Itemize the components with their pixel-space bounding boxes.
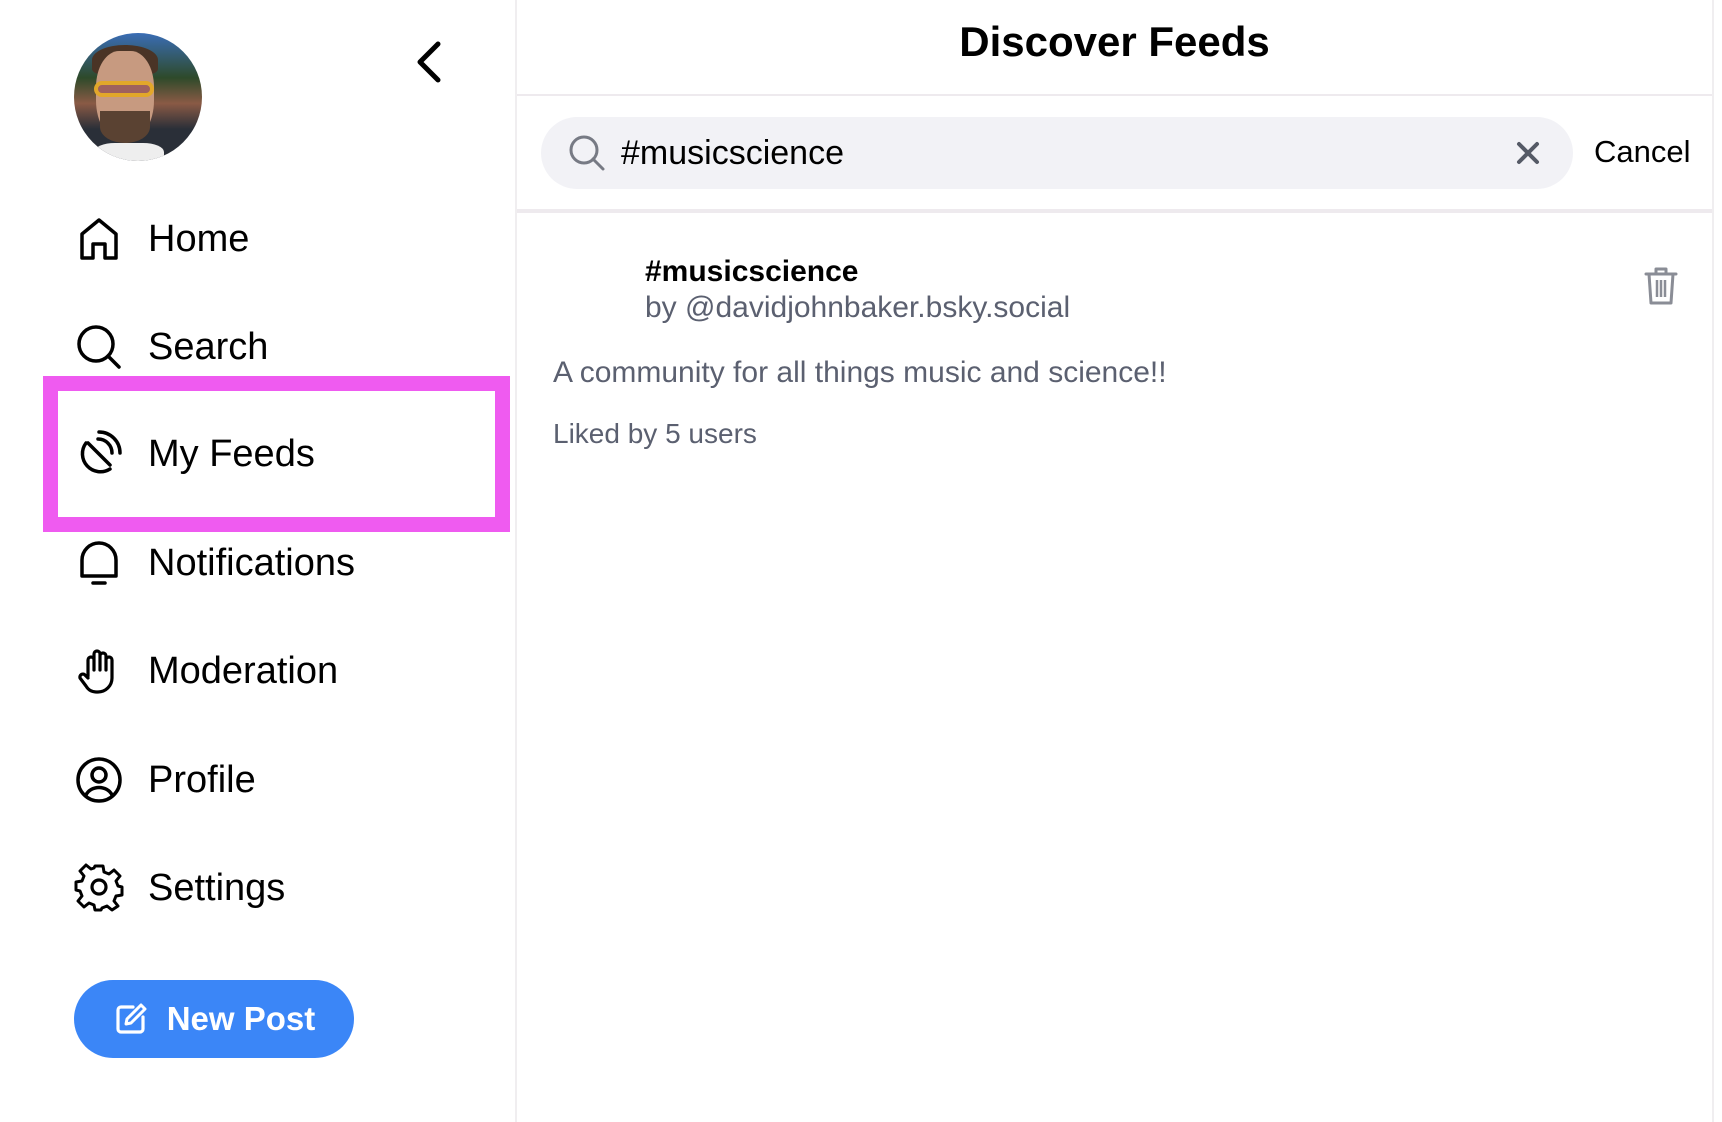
highlight-box — [43, 376, 510, 532]
sidebar: Home Search My Feeds Notifications Moder… — [0, 0, 517, 1122]
search-icon — [77, 325, 121, 369]
edit-icon — [116, 1003, 147, 1034]
avatar[interactable] — [74, 33, 202, 161]
sidebar-item-home[interactable]: Home — [74, 209, 249, 269]
feed-author: by @davidjohnbaker.bsky.social — [645, 291, 1071, 324]
new-post-label: New Post — [166, 1000, 316, 1037]
sidebar-item-label: Home — [148, 217, 250, 260]
close-icon[interactable] — [1513, 138, 1543, 168]
gear-icon — [74, 863, 124, 912]
bell-icon — [80, 541, 118, 585]
cancel-button[interactable]: Cancel — [1594, 134, 1691, 170]
search-input[interactable]: #musicscience — [541, 117, 1573, 189]
divider — [517, 94, 1712, 96]
feed-list-item[interactable]: #musicscience by @davidjohnbaker.bsky.so… — [517, 213, 1712, 473]
user-circle-icon — [76, 757, 122, 803]
sidebar-item-moderation[interactable]: Moderation — [74, 641, 338, 701]
sidebar-item-search[interactable]: Search — [74, 317, 268, 377]
feed-description: A community for all things music and sci… — [553, 356, 1167, 389]
sound-wave-icon — [556, 267, 623, 311]
sidebar-item-label: Settings — [148, 866, 286, 909]
search-icon — [569, 135, 605, 171]
sidebar-item-profile[interactable]: Profile — [74, 750, 256, 810]
home-icon — [80, 218, 118, 260]
sidebar-item-label: Moderation — [148, 649, 339, 692]
chevron-left-icon[interactable] — [412, 40, 448, 84]
sidebar-item-label: Search — [148, 325, 269, 368]
search-value[interactable]: #musicscience — [621, 134, 1513, 173]
sidebar-item-notifications[interactable]: Notifications — [74, 533, 355, 593]
page-title: Discover Feeds — [959, 18, 1270, 65]
trash-icon[interactable] — [1643, 265, 1679, 307]
sidebar-item-label: Profile — [148, 758, 256, 801]
sidebar-item-label: Notifications — [148, 541, 355, 584]
feed-name: #musicscience — [645, 255, 859, 288]
feed-likes: Liked by 5 users — [553, 418, 757, 449]
hand-icon — [78, 649, 114, 694]
main-panel: Discover Feeds #musicscience Cancel #mus… — [517, 0, 1714, 1122]
new-post-button[interactable]: New Post — [74, 980, 354, 1058]
sidebar-item-settings[interactable]: Settings — [74, 858, 285, 918]
